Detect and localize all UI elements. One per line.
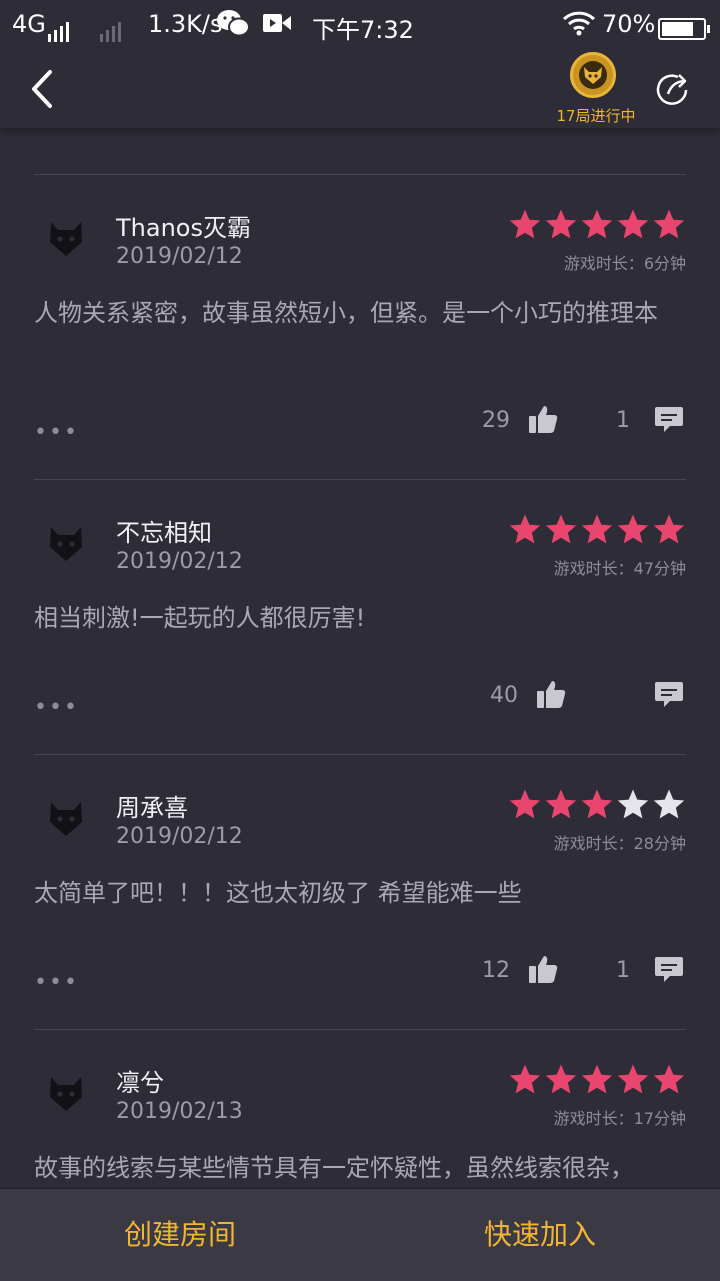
like-count: 29 <box>482 408 510 433</box>
signal-icon <box>100 14 124 42</box>
avatar[interactable] <box>48 800 84 838</box>
star-filled-icon <box>653 209 685 239</box>
games-in-progress-button[interactable]: 17局进行中 <box>548 50 644 128</box>
header-bar: 17局进行中 <box>0 50 720 128</box>
network-type: 4G <box>12 10 46 38</box>
avatar[interactable] <box>48 220 84 258</box>
share-icon <box>656 74 688 105</box>
bottom-action-bar: 创建房间 快速加入 <box>0 1188 720 1281</box>
star-filled-icon <box>581 789 613 819</box>
review-item: 不忘相知 2019/02/12 游戏时长：47分钟 相当刺激!一起玩的人都很厉害… <box>34 479 686 754</box>
reviewer-name[interactable]: 不忘相知 <box>116 513 212 548</box>
battery-level: 70% <box>602 10 656 38</box>
avatar[interactable] <box>48 1075 84 1113</box>
play-duration: 游戏时长：6分钟 <box>563 254 686 273</box>
star-filled-icon <box>509 1064 541 1094</box>
star-filled-icon <box>617 1064 649 1094</box>
video-icon <box>262 12 292 40</box>
battery-icon <box>654 14 710 42</box>
review-date: 2019/02/12 <box>116 244 243 269</box>
star-empty-icon <box>653 789 685 819</box>
back-button[interactable] <box>26 68 62 110</box>
star-empty-icon <box>617 789 649 819</box>
review-item: 凛兮 2019/02/13 游戏时长：17分钟 故事的线索与某些情节具有一定怀疑… <box>34 1029 686 1189</box>
comment-count: 1 <box>616 408 630 433</box>
star-filled-icon <box>617 209 649 239</box>
star-rating <box>506 788 686 822</box>
wifi-icon <box>562 10 596 42</box>
star-rating <box>506 1063 686 1097</box>
more-options-button[interactable]: ••• <box>34 420 79 445</box>
review-date: 2019/02/12 <box>116 549 243 574</box>
review-text: 人物关系紧密，故事虽然短小，但紧。是一个小巧的推理本 <box>34 299 658 327</box>
star-filled-icon <box>617 514 649 544</box>
network-speed: 1.3K/s <box>148 10 223 38</box>
play-duration: 游戏时长：47分钟 <box>553 559 686 578</box>
thumbs-up-icon[interactable] <box>536 679 566 709</box>
avatar[interactable] <box>48 525 84 563</box>
star-filled-icon <box>545 514 577 544</box>
review-text: 太简单了吧！！！这也太初级了 希望能难一些 <box>34 879 522 907</box>
review-date: 2019/02/13 <box>116 1099 243 1124</box>
clock: 下午7:32 <box>312 16 414 44</box>
thumbs-up-icon[interactable] <box>528 954 558 984</box>
review-item: 周承喜 2019/02/12 游戏时长：28分钟 太简单了吧！！！这也太初级了 … <box>34 754 686 1029</box>
reviewer-name[interactable]: 周承喜 <box>116 788 188 823</box>
star-filled-icon <box>509 514 541 544</box>
wechat-icon <box>216 8 250 44</box>
review-text: 故事的线索与某些情节具有一定怀疑性，虽然线索很杂， <box>34 1154 634 1182</box>
star-filled-icon <box>581 514 613 544</box>
reviewer-name[interactable]: 凛兮 <box>116 1063 164 1098</box>
signal-icon <box>48 14 72 42</box>
game-coin-icon <box>570 52 616 98</box>
star-filled-icon <box>653 1064 685 1094</box>
comment-count: 1 <box>616 958 630 983</box>
quick-join-button[interactable]: 快速加入 <box>360 1189 720 1281</box>
star-filled-icon <box>581 1064 613 1094</box>
like-count: 12 <box>482 958 510 983</box>
review-item: Thanos灭霸 2019/02/12 游戏时长：6分钟 人物关系紧密，故事虽然… <box>34 174 686 480</box>
comment-icon[interactable] <box>654 681 684 709</box>
star-filled-icon <box>509 209 541 239</box>
star-filled-icon <box>545 1064 577 1094</box>
like-count: 40 <box>490 683 518 708</box>
star-rating <box>506 513 686 547</box>
star-filled-icon <box>653 514 685 544</box>
review-date: 2019/02/12 <box>116 824 243 849</box>
star-rating <box>506 208 686 242</box>
play-duration: 游戏时长：17分钟 <box>553 1109 686 1128</box>
star-filled-icon <box>545 789 577 819</box>
star-filled-icon <box>545 209 577 239</box>
share-button[interactable] <box>654 70 694 110</box>
play-duration: 游戏时长：28分钟 <box>553 834 686 853</box>
games-in-progress-label: 17局进行中 <box>556 107 636 125</box>
thumbs-up-icon[interactable] <box>528 404 558 434</box>
status-bar: 4G 1.3K/s 下午7:32 70% <box>0 0 720 50</box>
create-room-button[interactable]: 创建房间 <box>0 1189 360 1281</box>
reviewer-name[interactable]: Thanos灭霸 <box>116 208 251 243</box>
comment-icon[interactable] <box>654 406 684 434</box>
comment-icon[interactable] <box>654 956 684 984</box>
star-filled-icon <box>509 789 541 819</box>
more-options-button[interactable]: ••• <box>34 970 79 995</box>
review-text: 相当刺激!一起玩的人都很厉害! <box>34 604 366 632</box>
more-options-button[interactable]: ••• <box>34 695 79 720</box>
star-filled-icon <box>581 209 613 239</box>
chevron-left-icon <box>32 70 52 108</box>
